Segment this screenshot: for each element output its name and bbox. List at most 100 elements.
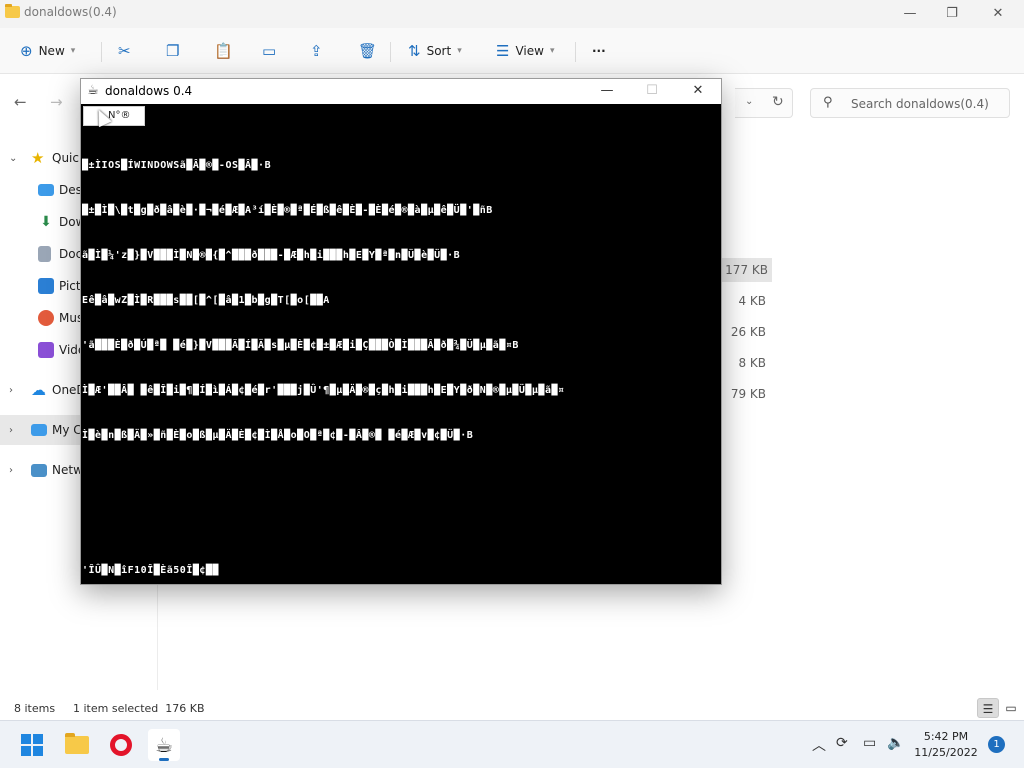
toolbar-divider	[575, 42, 576, 62]
maximize-icon[interactable]: ❐	[940, 4, 964, 24]
cut-button[interactable]: ✂	[118, 38, 131, 64]
folder-icon	[65, 733, 89, 754]
chevron-down-icon[interactable]: ⌄	[9, 153, 17, 164]
rename-button[interactable]: ▭	[262, 38, 276, 64]
chevron-down-icon[interactable]: ⌄	[745, 96, 753, 107]
share-button[interactable]: ⇪	[310, 38, 323, 64]
tiles-view-icon[interactable]: ▭	[1000, 698, 1022, 718]
sort-button[interactable]: ⇅ Sort ▾	[408, 38, 462, 64]
plus-circle-icon: ⊕	[20, 42, 33, 60]
chevron-right-icon[interactable]: ›	[9, 465, 13, 476]
console-line: █±ÌIOS█ÍWINDOWSã█Â█®█-OS█Â█·B	[82, 160, 272, 171]
search-placeholder: Search donaldows(0.4)	[851, 97, 989, 111]
desktop-icon	[38, 184, 54, 196]
chevron-down-icon: ▾	[549, 46, 555, 56]
search-icon: ⚲	[823, 95, 833, 110]
video-icon	[38, 342, 54, 358]
document-icon	[38, 246, 51, 262]
toolbar-divider	[390, 42, 391, 62]
back-arrow-icon[interactable]: ←	[14, 93, 27, 111]
maximize-icon[interactable]: ☐	[640, 81, 664, 101]
console-line: Eê█â█wZ█Ì█R███s██[█^[█â█1█b█g█T[█o[██A	[82, 295, 330, 306]
copy-button[interactable]: ❐	[166, 38, 179, 64]
sync-icon[interactable]: ⟳	[836, 735, 848, 751]
new-label: New	[38, 44, 65, 58]
sort-icon: ⇅	[408, 42, 421, 60]
notification-badge[interactable]: 1	[988, 736, 1005, 753]
paste-button[interactable]: 📋	[214, 38, 233, 64]
console-window: ☕ donaldows 0.4 — ☐ ✕ N°® █±ÌIOS█ÍWINDOW…	[80, 78, 722, 585]
chevron-right-icon[interactable]: ›	[9, 425, 13, 436]
list-view-icon: ☰	[496, 42, 510, 60]
pictures-icon	[38, 278, 54, 294]
download-icon: ⬇	[40, 214, 52, 230]
windows-logo-icon	[21, 734, 43, 756]
view-button[interactable]: ☰ View ▾	[496, 38, 554, 64]
forward-arrow-icon[interactable]: →	[50, 93, 63, 111]
minimize-icon[interactable]: —	[595, 81, 619, 101]
close-icon[interactable]: ✕	[686, 81, 710, 101]
explorer-toolbar: ⊕ New ▾ ✂ ❐ 📋 ▭ ⇪ 🗑 ⇅ Sort ▾ ☰ View ▾ ··…	[0, 28, 1024, 74]
status-bar: 8 items 1 item selected 176 KB ☰ ▭	[0, 698, 1024, 720]
console-title: donaldows 0.4	[105, 84, 193, 98]
address-bar[interactable]	[735, 88, 793, 118]
chevron-down-icon: ▾	[457, 46, 462, 56]
minimize-icon[interactable]: —	[898, 4, 922, 24]
chevron-up-icon[interactable]: ︿	[812, 735, 826, 755]
refresh-icon[interactable]: ↻	[772, 94, 784, 110]
delete-button[interactable]: 🗑	[358, 38, 377, 64]
rename-icon: ▭	[262, 42, 277, 60]
sort-label: Sort	[426, 44, 452, 58]
clock-date: 11/25/2022	[914, 746, 978, 759]
teacup-icon: ☕	[87, 83, 99, 98]
scissors-icon: ✂	[118, 42, 131, 60]
more-icon: ···	[592, 44, 606, 58]
sidebar-item-label: Pict	[59, 279, 81, 293]
console-line: ã█Ì█¼'z█}█V███Ì█N█®█{█^███ð███-█Æ█h█i███…	[82, 250, 461, 261]
folder-icon	[5, 4, 20, 18]
sidebar-item-label: Netw	[52, 463, 83, 477]
console-menu-button[interactable]: N°®	[83, 106, 145, 126]
teacup-icon: ☕	[155, 733, 173, 757]
new-button[interactable]: ⊕ New ▾	[20, 38, 75, 64]
share-icon: ⇪	[310, 42, 323, 60]
more-options-button[interactable]: ···	[592, 38, 606, 64]
console-line: 'ã███È█ð█Ú█ª█ █é█}█V███Ã█Í█Ä█s█µ█È█¢█±█Æ…	[82, 340, 519, 351]
sidebar-item-label: Doc	[59, 247, 83, 261]
selection-info: 1 item selected 176 KB	[73, 702, 205, 715]
cloud-icon: ☁	[31, 381, 46, 399]
chevron-right-icon[interactable]: ›	[9, 385, 13, 396]
console-line: Ì█è█n█ß█Ä█»█ñ█È█o█ß█µ█Ä█È█¢█Ì█Å█o█O█ª█¢█…	[82, 430, 474, 441]
console-line: Ì█Æ'██Â█ █ê█Î█i█¶█Í█ì█Á█¢█é█r'███j█Û'¶█µ…	[82, 385, 565, 396]
music-icon	[38, 310, 54, 326]
explorer-titlebar[interactable]: donaldows(0.4) — ❐ ✕	[0, 0, 1024, 28]
taskbar: ☕ ︿ ⟳ ▭ 🔈 5:42 PM 11/25/2022 1	[0, 720, 1024, 768]
clock[interactable]: 5:42 PM 11/25/2022	[914, 729, 978, 761]
console-line: 'ÎÛ█N█îF10Î█Èã50Î█¢██	[82, 565, 219, 576]
opera-icon	[110, 734, 132, 756]
console-titlebar[interactable]: ☕ donaldows 0.4 — ☐ ✕	[81, 79, 721, 104]
console-output: █±ÌIOS█ÍWINDOWSã█Â█®█-OS█Â█·B █±█Ì█\█t█g…	[82, 128, 718, 578]
clock-time: 5:42 PM	[923, 730, 969, 743]
taskbar-file-explorer[interactable]	[61, 729, 93, 761]
close-icon[interactable]: ✕	[986, 4, 1010, 24]
taskbar-opera[interactable]	[105, 729, 137, 761]
item-count: 8 items	[14, 702, 56, 715]
start-button[interactable]	[16, 729, 48, 761]
network-icon	[31, 463, 47, 477]
display-icon[interactable]: ▭	[863, 735, 876, 751]
taskbar-donaldows[interactable]: ☕	[148, 729, 180, 761]
trash-icon: 🗑	[358, 42, 378, 60]
explorer-title: donaldows(0.4)	[24, 5, 117, 19]
volume-icon[interactable]: 🔈	[887, 735, 904, 751]
computer-icon	[31, 424, 47, 436]
chevron-down-icon: ▾	[70, 46, 76, 56]
file-size[interactable]: 177 KB	[722, 258, 772, 282]
details-view-icon[interactable]: ☰	[977, 698, 999, 718]
search-input[interactable]: ⚲ Search donaldows(0.4)	[810, 88, 1010, 118]
star-icon: ★	[31, 149, 45, 167]
sidebar-item-label: My C	[52, 423, 82, 437]
console-line: █±█Ì█\█t█g█ð█â█è█·█¬█é█Æ█A³í█È█®█ª█É█ß█ê…	[82, 205, 493, 216]
